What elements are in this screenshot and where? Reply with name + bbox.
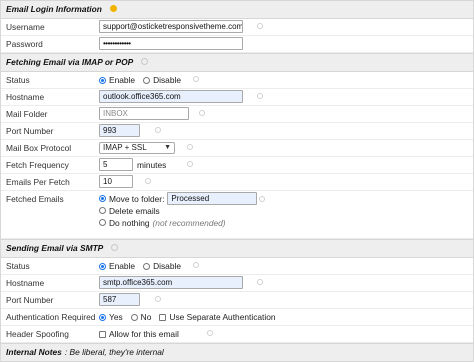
- section-header-fetching: Fetching Email via IMAP or POP: [1, 53, 473, 72]
- help-icon[interactable]: [199, 110, 205, 116]
- auth-row: Authentication Required Yes No Use Separ…: [1, 309, 473, 326]
- send-hostname-row: Hostname smtp.office365.com: [1, 275, 473, 292]
- auth-yes-option[interactable]: Yes: [99, 312, 123, 322]
- protocol-label: Mail Box Protocol: [6, 143, 72, 153]
- send-hostname-input[interactable]: smtp.office365.com: [99, 276, 243, 289]
- help-icon[interactable]: [257, 23, 263, 29]
- mail-folder-input[interactable]: INBOX: [99, 107, 189, 120]
- spoofing-row: Header Spoofing Allow for this email: [1, 326, 473, 343]
- help-icon[interactable]: [259, 196, 265, 202]
- status-label: Status: [6, 75, 30, 85]
- radio-selected-icon[interactable]: [99, 76, 106, 84]
- section-title: Email Login Information: [6, 4, 102, 14]
- per-fetch-row: Emails Per Fetch 10: [1, 174, 473, 191]
- protocol-select[interactable]: IMAP + SSL ▼: [99, 142, 175, 154]
- fetched-emails-row: Fetched Emails Move to folder: Processed…: [1, 191, 473, 239]
- fetch-enable-option[interactable]: Enable: [99, 75, 135, 85]
- radio-selected-icon[interactable]: [99, 195, 106, 202]
- help-icon[interactable]: [141, 58, 149, 66]
- send-port-row: Port Number 587: [1, 292, 473, 309]
- per-fetch-input[interactable]: 10: [99, 175, 133, 188]
- password-label: Password: [6, 39, 43, 49]
- protocol-row: Mail Box Protocol IMAP + SSL ▼: [1, 140, 473, 157]
- frequency-unit: minutes: [137, 159, 167, 170]
- username-input[interactable]: support@osticketresponsivetheme.com: [99, 20, 243, 33]
- help-icon[interactable]: [110, 5, 118, 13]
- password-input[interactable]: ••••••••••••: [99, 37, 243, 50]
- help-icon[interactable]: [111, 244, 119, 252]
- help-icon[interactable]: [187, 161, 193, 167]
- fetch-hostname-row: Hostname outlook.office365.com: [1, 89, 473, 106]
- hostname-label: Hostname: [6, 278, 45, 288]
- help-icon[interactable]: [187, 144, 193, 150]
- help-icon[interactable]: [145, 178, 151, 184]
- radio-icon[interactable]: [143, 76, 151, 84]
- help-icon[interactable]: [155, 296, 161, 302]
- help-icon[interactable]: [257, 93, 263, 99]
- radio-selected-icon[interactable]: [99, 313, 106, 321]
- fetch-disable-option[interactable]: Disable: [143, 75, 181, 85]
- mail-folder-label: Mail Folder: [6, 109, 48, 119]
- send-port-input[interactable]: 587: [99, 293, 140, 306]
- frequency-input[interactable]: 5: [99, 158, 133, 171]
- radio-selected-icon[interactable]: [99, 262, 106, 270]
- checkbox-icon[interactable]: [159, 313, 167, 321]
- send-status-row: Status Enable Disable: [1, 258, 473, 275]
- notes-subtitle: : Be liberal, they're internal: [64, 347, 164, 357]
- send-disable-option[interactable]: Disable: [143, 261, 181, 271]
- radio-icon[interactable]: [130, 313, 138, 321]
- frequency-row: Fetch Frequency 5 minutes: [1, 157, 473, 174]
- section-header-sending: Sending Email via SMTP: [1, 239, 473, 258]
- help-icon[interactable]: [193, 76, 199, 82]
- email-settings-form: Email Login Information Username support…: [0, 0, 474, 362]
- separate-auth-option[interactable]: Use Separate Authentication: [159, 312, 276, 322]
- help-icon[interactable]: [207, 330, 213, 336]
- hostname-label: Hostname: [6, 92, 45, 102]
- fetch-port-row: Port Number 993: [1, 123, 473, 140]
- help-icon[interactable]: [193, 262, 199, 268]
- help-icon[interactable]: [155, 127, 161, 133]
- section-title: Fetching Email via IMAP or POP: [6, 57, 133, 67]
- username-label: Username: [6, 22, 45, 32]
- status-label: Status: [6, 261, 30, 271]
- move-option[interactable]: Move to folder:: [99, 194, 164, 204]
- auth-no-option[interactable]: No: [130, 312, 151, 322]
- move-folder-input[interactable]: Processed: [167, 192, 258, 205]
- section-header-notes: Internal Notes: Be liberal, they're inte…: [1, 343, 473, 362]
- do-nothing-option[interactable]: Do nothing (not recommended): [99, 218, 226, 228]
- fetch-port-input[interactable]: 993: [99, 124, 140, 137]
- section-title: Sending Email via SMTP: [6, 243, 103, 253]
- port-label: Port Number: [6, 126, 54, 136]
- spoofing-label: Header Spoofing: [6, 329, 69, 339]
- help-icon[interactable]: [257, 279, 263, 285]
- not-recommended-note: (not recommended): [152, 217, 226, 228]
- auth-label: Authentication Required: [6, 312, 96, 322]
- per-fetch-label: Emails Per Fetch: [6, 177, 70, 187]
- send-enable-option[interactable]: Enable: [99, 261, 135, 271]
- username-row: Username support@osticketresponsivetheme…: [1, 19, 473, 36]
- fetched-label: Fetched Emails: [6, 194, 64, 204]
- port-label: Port Number: [6, 295, 54, 305]
- mail-folder-row: Mail Folder INBOX: [1, 106, 473, 123]
- allow-spoofing-option[interactable]: Allow for this email: [99, 329, 179, 339]
- fetch-hostname-input[interactable]: outlook.office365.com: [99, 90, 243, 103]
- notes-title: Internal Notes: [6, 347, 62, 357]
- radio-icon[interactable]: [99, 219, 106, 226]
- section-header-login: Email Login Information: [1, 0, 473, 19]
- radio-icon[interactable]: [143, 262, 151, 270]
- fetch-status-row: Status Enable Disable: [1, 72, 473, 89]
- radio-icon[interactable]: [99, 207, 106, 214]
- chevron-down-icon: ▼: [164, 144, 171, 151]
- password-row: Password ••••••••••••: [1, 36, 473, 53]
- delete-option[interactable]: Delete emails: [99, 206, 160, 216]
- frequency-label: Fetch Frequency: [6, 160, 69, 170]
- checkbox-icon[interactable]: [99, 330, 106, 338]
